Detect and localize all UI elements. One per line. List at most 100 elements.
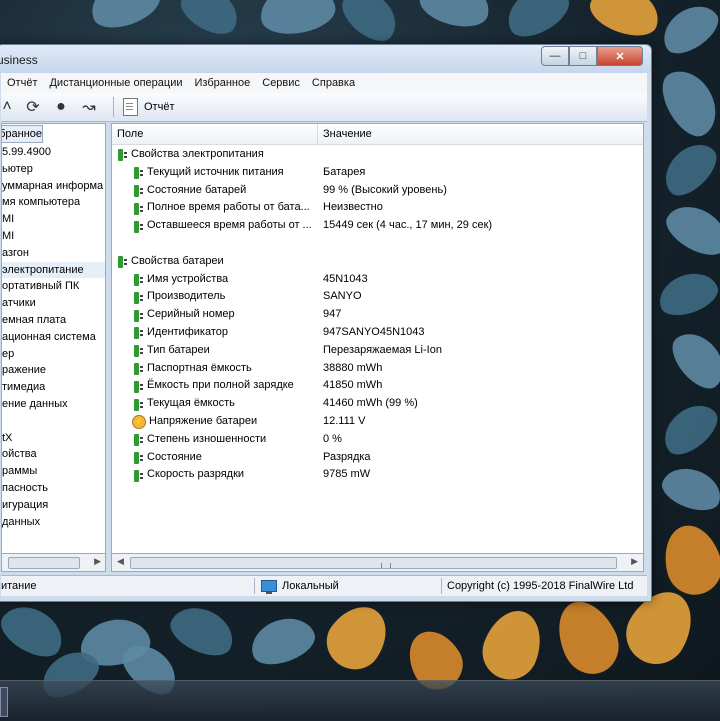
property-row[interactable]: Состояние Разрядка — [112, 449, 643, 467]
status-copyright: Copyright (c) 1995-2018 FinalWire Ltd — [447, 580, 634, 592]
voltage-icon: ⚡ — [132, 414, 146, 429]
nav-tree-item[interactable]: электропитание — [2, 261, 105, 279]
section-header[interactable]: Свойства электропитания — [112, 146, 643, 164]
property-row[interactable]: Идентификатор 947SANYO45N1043 — [112, 324, 643, 342]
minimize-button[interactable]: — — [541, 46, 569, 66]
property-row[interactable]: Текущий источник питания Батарея — [112, 164, 643, 182]
nav-tree-item-label: электропитание — [2, 263, 84, 276]
property-row[interactable]: Тип батареи Перезаряжаемая Li-Ion — [112, 342, 643, 360]
refresh-icon[interactable]: ⟳ — [23, 97, 43, 117]
menu-bar: Отчёт Дистанционные операции Избранное С… — [1, 73, 647, 93]
property-row[interactable]: Текущая ёмкость 41460 mWh (99 %) — [112, 395, 643, 413]
property-row[interactable]: Скорость разрядки 9785 mW — [112, 466, 643, 484]
chart-icon[interactable]: ↝ — [79, 97, 99, 117]
property-row[interactable]: Степень изношенности 0 % — [112, 431, 643, 449]
title-bar[interactable]: usiness — □ ✕ — [0, 45, 651, 73]
taskbar-button[interactable] — [0, 687, 8, 717]
nav-tree-item[interactable]: игурация — [2, 497, 105, 514]
menu-help[interactable]: Справка — [306, 77, 361, 89]
tab-favorites-label: бранное — [2, 128, 42, 140]
scroll-right-icon[interactable]: ▶ — [631, 556, 638, 567]
nav-tree-item[interactable]: MI — [2, 211, 105, 228]
nav-tree-item-label: ационная система — [2, 330, 96, 343]
menu-remote[interactable]: Дистанционные операции — [43, 77, 188, 89]
close-button[interactable]: ✕ — [597, 46, 643, 66]
nav-horizontal-scrollbar[interactable]: ▶ — [1, 553, 106, 572]
property-field-label: Текущий источник питания — [147, 165, 284, 178]
menu-favorites[interactable]: Избранное — [189, 77, 257, 89]
nav-tree-item-label: уммарная информа — [2, 179, 104, 192]
property-value: 947SANYO45N1043 — [323, 326, 425, 338]
nav-tree-item-label: игурация — [2, 498, 49, 511]
nav-tree-item[interactable]: ойства — [2, 446, 105, 463]
nav-tree-item[interactable]: MI — [2, 228, 105, 245]
property-field: Состояние — [132, 449, 317, 467]
nav-tree-item[interactable]: ьютер — [2, 161, 105, 178]
column-field-header[interactable]: Поле — [117, 128, 143, 140]
property-row[interactable]: Состояние батарей 99 % (Высокий уровень) — [112, 182, 643, 200]
property-field-label: Производитель — [147, 290, 226, 303]
nav-tree-item[interactable]: данных — [2, 514, 105, 531]
property-row[interactable]: Производитель SANYO — [112, 288, 643, 306]
property-row[interactable]: Оставшееся время работы от ... 15449 сек … — [112, 217, 643, 235]
nav-tree-item-label: мя компьютера — [2, 196, 81, 209]
nav-tree-item[interactable]: раммы — [2, 463, 105, 480]
nav-tree-item-label: ражение — [2, 364, 47, 377]
property-row[interactable]: Серийный номер 947 — [112, 306, 643, 324]
power-plug-icon — [132, 166, 144, 180]
property-field: Паспортная ёмкость — [132, 360, 317, 378]
tab-favorites[interactable]: бранное — [2, 125, 43, 143]
maximize-button[interactable]: □ — [569, 46, 597, 66]
property-field-label: Скорость разрядки — [147, 468, 245, 481]
document-icon — [123, 98, 138, 116]
property-field-label: Напряжение батареи — [149, 415, 258, 427]
user-icon[interactable]: ● — [51, 97, 71, 117]
nav-tree-item[interactable]: ортативный ПК — [2, 278, 105, 295]
nav-tree-item[interactable]: ационная система — [2, 329, 105, 346]
power-plug-icon — [116, 148, 128, 162]
power-plug-icon — [132, 380, 144, 393]
section-title: Свойства электропитания — [116, 146, 376, 164]
power-plug-icon — [132, 433, 144, 447]
scrollbar-thumb[interactable] — [8, 557, 80, 569]
column-divider[interactable] — [317, 124, 318, 144]
property-field: Идентификатор — [132, 324, 317, 342]
nav-tree-item[interactable]: атчики — [2, 295, 105, 312]
property-field-label: Состояние батарей — [147, 183, 247, 196]
section-header[interactable]: Свойства батареи — [112, 253, 643, 271]
property-row[interactable]: ⚡ Напряжение батареи 12.111 V — [112, 413, 643, 431]
property-row[interactable]: Паспортная ёмкость 38880 mWh — [112, 360, 643, 378]
power-plug-icon — [132, 220, 144, 233]
nav-tree-item[interactable]: тимедиа — [2, 379, 105, 396]
up-arrow-icon[interactable]: ˄ — [0, 97, 17, 117]
nav-tree-item[interactable]: пасность — [2, 480, 105, 497]
column-value-header[interactable]: Значение — [323, 128, 372, 140]
nav-tree-item[interactable] — [2, 413, 105, 430]
nav-tree-item[interactable]: уммарная информа — [2, 178, 105, 195]
nav-tree-item[interactable]: азгон — [2, 245, 105, 262]
property-row[interactable]: Имя устройства 45N1043 — [112, 271, 643, 289]
menu-service[interactable]: Сервис — [256, 77, 306, 89]
nav-tree-item[interactable]: емная плата — [2, 312, 105, 329]
property-row[interactable]: Полное время работы от бата... Неизвестно — [112, 199, 643, 217]
nav-tree-item-label: пасность — [2, 481, 49, 494]
property-field-label: Полное время работы от бата... — [147, 201, 310, 214]
property-value: Разрядка — [323, 450, 371, 463]
nav-tree-item[interactable]: мя компьютера — [2, 194, 105, 211]
menu-report[interactable]: Отчёт — [1, 77, 43, 89]
property-field-label: Степень изношенности — [147, 432, 267, 445]
scroll-right-icon[interactable]: ▶ — [94, 556, 101, 567]
nav-tree-item[interactable]: ражение — [2, 362, 105, 379]
scrollbar-thumb[interactable] — [130, 557, 617, 569]
property-row[interactable]: Ёмкость при полной зарядке 41850 mWh — [112, 377, 643, 395]
section-title-text: Свойства электропитания — [131, 148, 264, 160]
report-button[interactable]: Отчёт — [123, 97, 174, 117]
nav-tree-item[interactable]: ение данных — [2, 396, 105, 413]
toolbar-separator — [113, 97, 114, 117]
nav-tree-item-label: MI — [2, 213, 15, 226]
details-horizontal-scrollbar[interactable]: ◀ ▶ — [111, 553, 644, 572]
nav-tree-item[interactable]: 5.99.4900 — [2, 144, 105, 161]
nav-tree-item[interactable]: tX — [2, 430, 105, 447]
nav-tree-item[interactable]: ер — [2, 346, 105, 363]
scroll-left-icon[interactable]: ◀ — [117, 556, 124, 567]
